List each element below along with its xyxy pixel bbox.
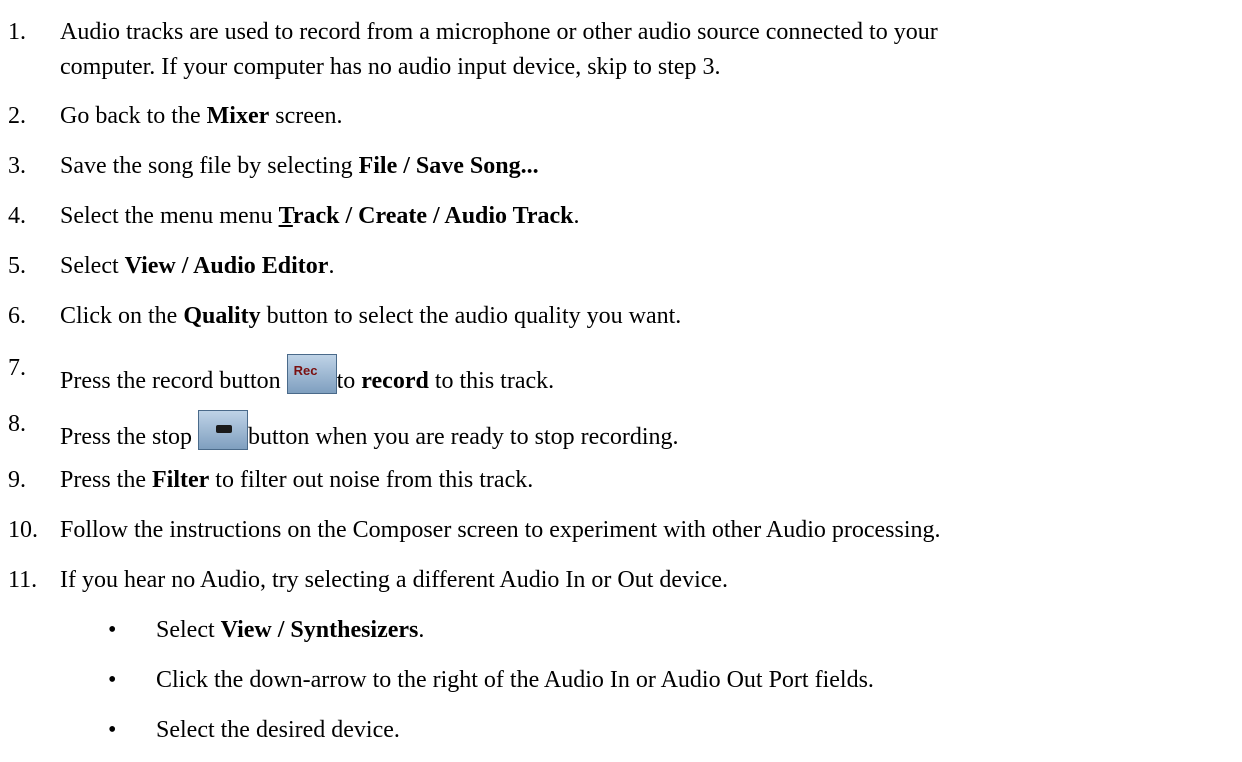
quality-label: Quality xyxy=(183,303,261,329)
menu-path-view-synthesizers: View / Synthesizers xyxy=(220,617,419,643)
step-number: 11. xyxy=(8,567,38,593)
stop-button-icon xyxy=(198,410,248,450)
sub-item-text: Select View / Synthesizers. xyxy=(156,617,425,643)
step-text: Press the Filter to filter out noise fro… xyxy=(60,467,534,493)
menu-path-track-create-audio-track: Track / Create / Audio Track xyxy=(278,203,574,229)
step-text: Go back to the Mixer screen. xyxy=(60,103,343,129)
step-number: 10. xyxy=(8,517,38,543)
step-number: 2. xyxy=(8,103,26,129)
step-number: 4. xyxy=(8,203,26,229)
sub-item-text: Click the down-arrow to the right of the… xyxy=(156,667,874,693)
record-button-icon: Rec xyxy=(286,354,337,394)
step-text: Select View / Audio Editor. xyxy=(60,253,335,279)
menu-path-file-save-song: File / Save Song... xyxy=(358,153,539,179)
step-text: Click on the Quality button to select th… xyxy=(60,303,682,329)
step-number: 8. xyxy=(8,411,26,437)
instruction-document: 1. Audio tracks are used to record from … xyxy=(0,0,1242,762)
step-text: Audio tracks are used to record from a m… xyxy=(60,19,938,45)
sub-item-text: Select the desired device. xyxy=(156,717,400,743)
bullet-icon: • xyxy=(108,617,117,643)
step-number: 5. xyxy=(8,253,26,279)
step-number: 1. xyxy=(8,19,26,45)
step-number: 3. xyxy=(8,153,26,179)
step-text: Select the menu menu Track / Create / Au… xyxy=(60,203,580,229)
step-number: 9. xyxy=(8,467,26,493)
step-number: 7. xyxy=(8,355,26,381)
step-text: Press the stop button when you are ready… xyxy=(60,410,679,451)
step-text: Follow the instructions on the Composer … xyxy=(60,517,941,543)
step-text: If you hear no Audio, try selecting a di… xyxy=(60,567,729,593)
bullet-icon: • xyxy=(108,717,117,743)
mixer-label: Mixer xyxy=(206,103,270,129)
record-label: record xyxy=(361,368,429,394)
step-number: 6. xyxy=(8,303,26,329)
step-text: computer. If your computer has no audio … xyxy=(60,54,721,80)
step-text: Press the record button Rec to record to … xyxy=(60,354,554,395)
bullet-icon: • xyxy=(108,667,117,693)
menu-path-view-audio-editor: View / Audio Editor xyxy=(124,253,329,279)
step-text: Save the song file by selecting File / S… xyxy=(60,153,539,179)
filter-label: Filter xyxy=(152,467,210,493)
